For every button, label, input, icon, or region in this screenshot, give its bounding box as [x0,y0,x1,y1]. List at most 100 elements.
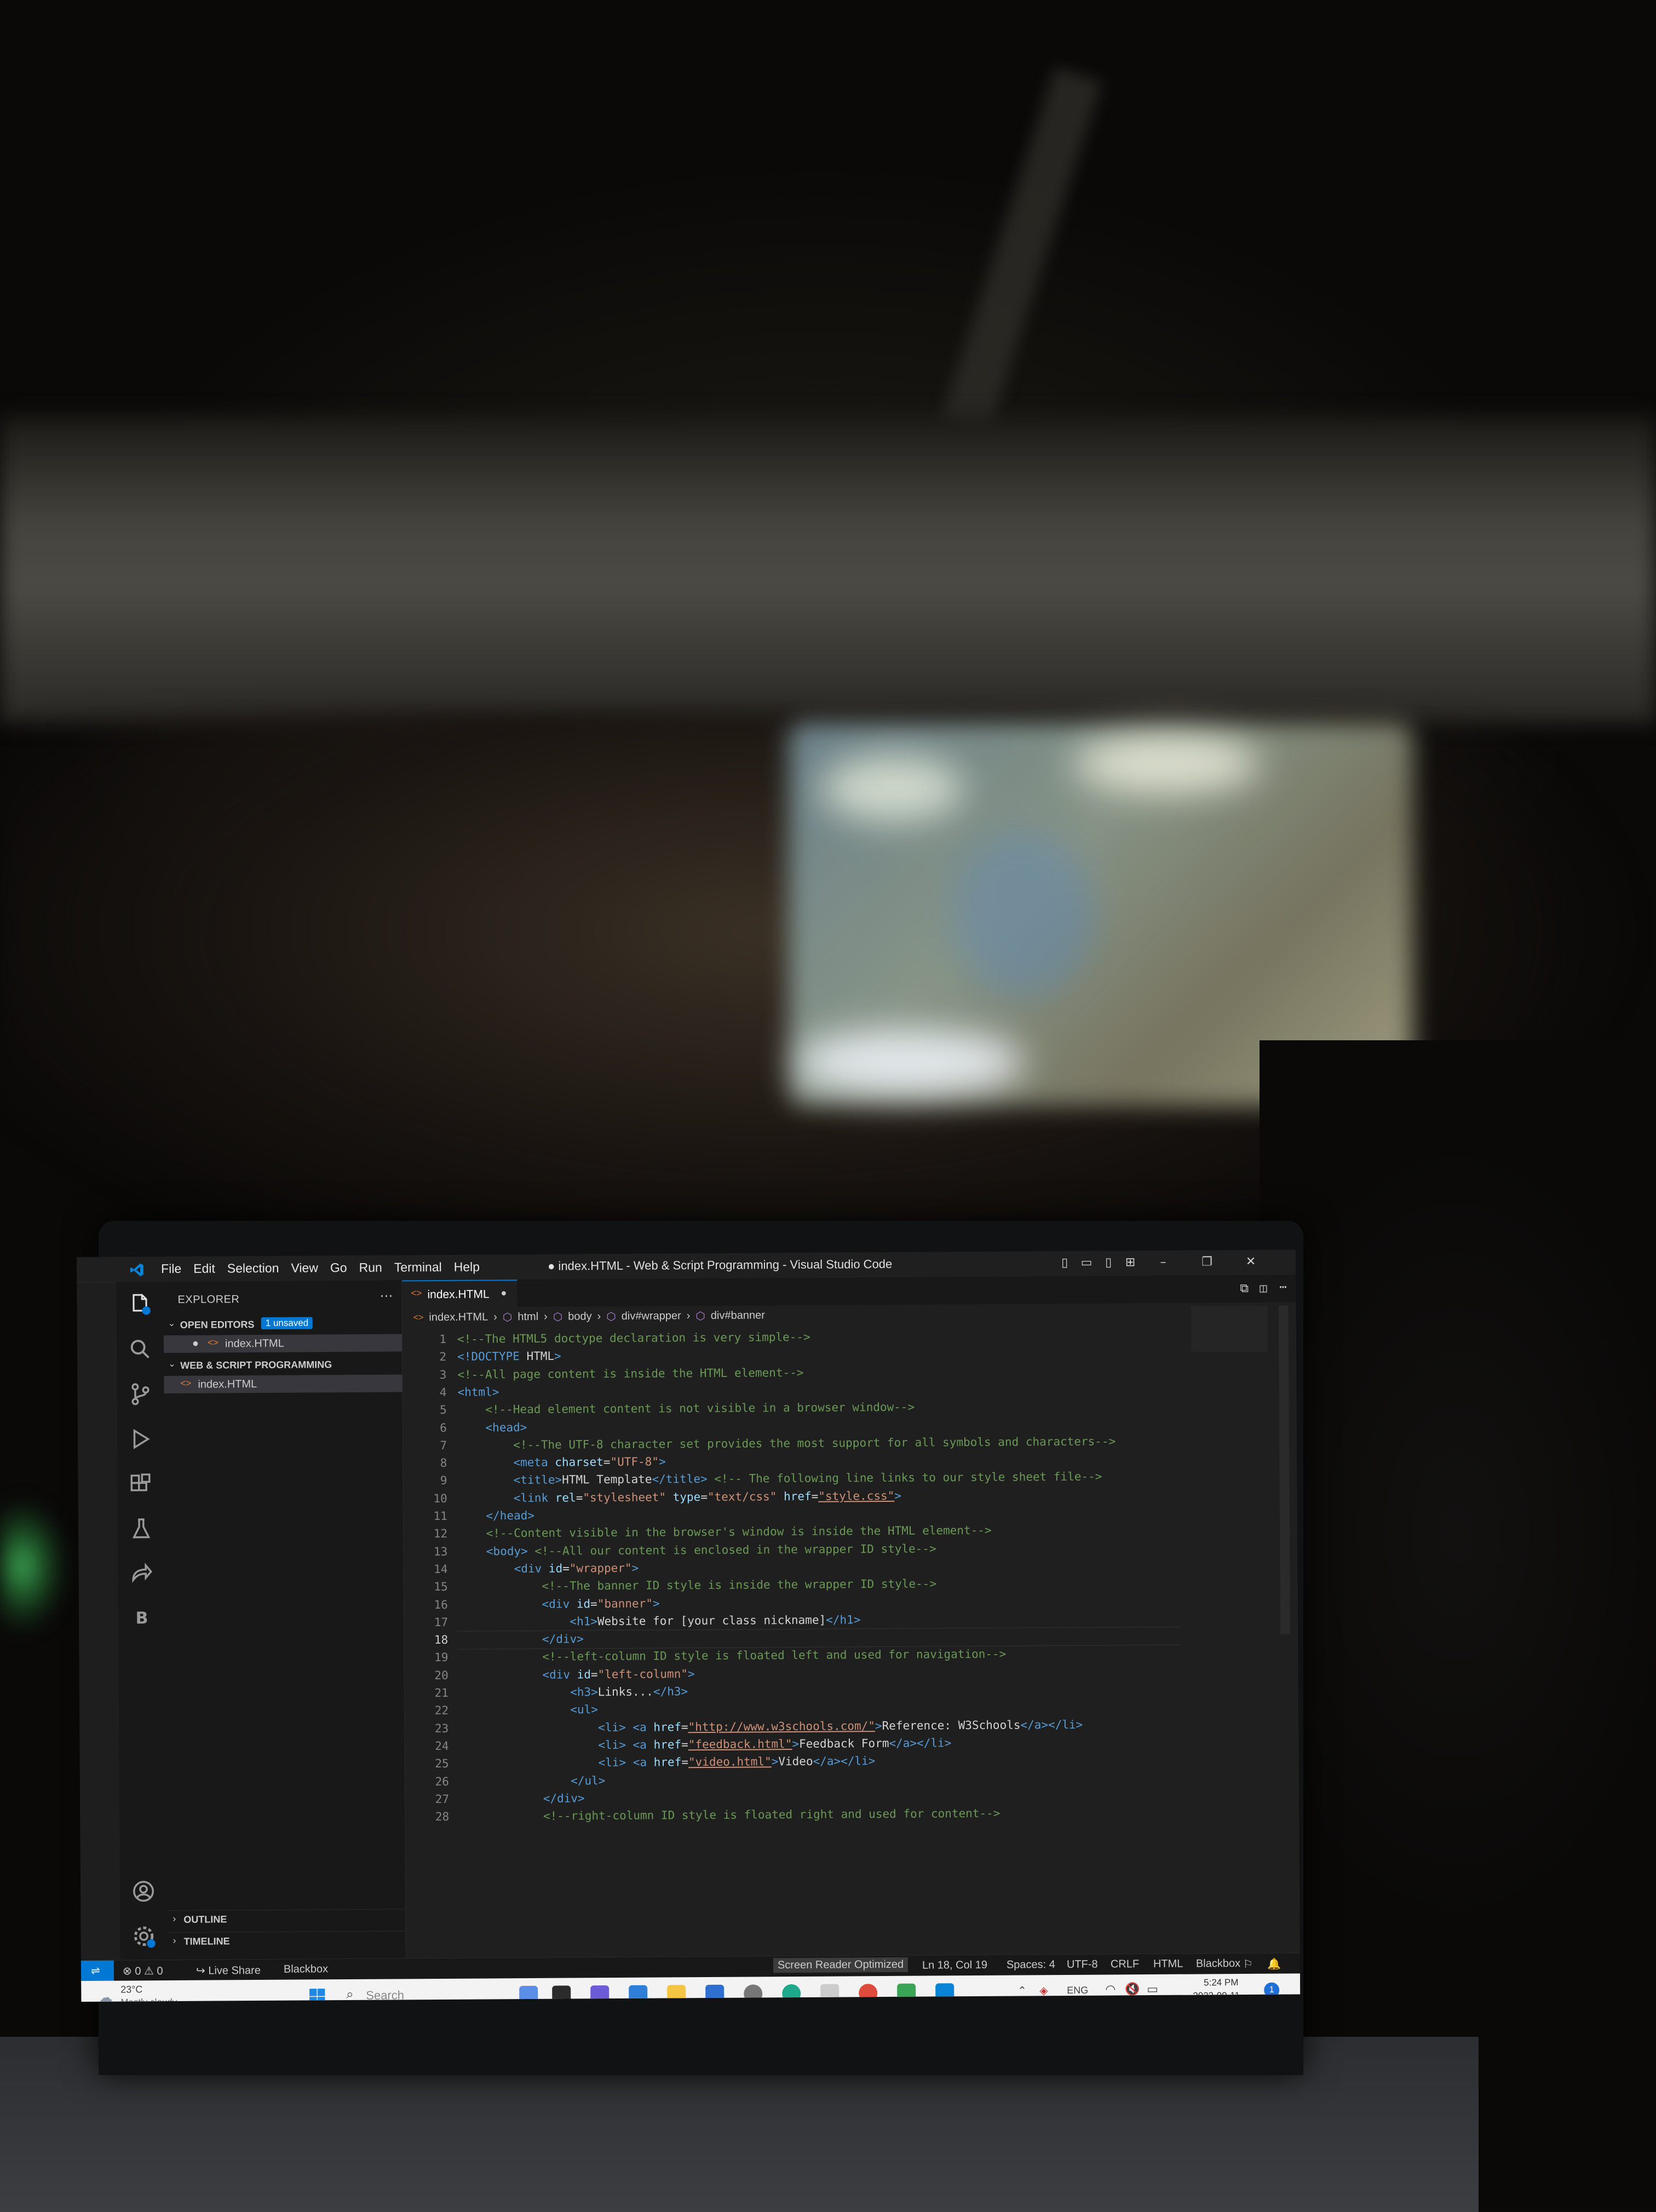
open-editor-item[interactable]: ● <> index.HTML [164,1334,402,1353]
live-share-status[interactable]: ↪ Live Share [196,1963,261,1978]
weather-temp[interactable]: 23°C [120,1984,142,1995]
code-text: <h3>Links...</h3> [459,1683,688,1702]
cube-icon: ⬡ [553,1310,563,1324]
toggle-panel-icon[interactable]: ▭ [1079,1255,1094,1271]
live-share-icon[interactable] [129,1561,154,1586]
unsaved-dot-icon[interactable]: ● [501,1287,507,1299]
menu-selection[interactable]: Selection [227,1261,279,1276]
warning-icon: ⚠ [144,1965,154,1977]
blackbox-icon[interactable]: B [129,1606,154,1631]
line-number: 7 [403,1437,447,1454]
clock-time[interactable]: 5:24 PM [1204,1977,1238,1988]
open-editors-section[interactable]: ⌄ OPEN EDITORS 1 unsaved [164,1315,402,1334]
chevron-right-icon: › [493,1311,497,1323]
problems-indicator[interactable]: ⊗ 0 ⚠ 0 [123,1964,163,1978]
split-editor-icon[interactable]: ◫ [1260,1282,1267,1295]
blackbox-status-left[interactable]: Blackbox [284,1963,328,1975]
bell-icon[interactable]: 🔔 [1267,1957,1281,1971]
antivirus-icon[interactable]: ◈ [1039,1984,1048,1997]
breadcrumb-item[interactable]: index.HTML [429,1311,488,1324]
file-item[interactable]: <> index.HTML [164,1374,402,1393]
code-text: <li> <a href="http://www.w3schools.com/"… [459,1715,1083,1737]
blackbox-status-right[interactable]: Blackbox [1196,1957,1240,1970]
cursor-position[interactable]: Ln 18, Col 19 [922,1959,987,1972]
line-ending[interactable]: CRLF [1111,1958,1139,1971]
screen-reader-status[interactable]: Screen Reader Optimized [773,1957,908,1973]
breadcrumb-item[interactable]: div#banner [711,1309,765,1322]
laptop-screen: File Edit Selection View Go Run Terminal… [77,1249,1300,2002]
code-text: <!--The banner ID style is inside the wr… [459,1575,937,1595]
menu-edit[interactable]: Edit [193,1261,215,1276]
more-actions-icon[interactable]: ⋯ [380,1288,393,1304]
account-icon[interactable] [131,1879,156,1904]
chevron-up-icon[interactable]: ⌃ [1017,1984,1027,1997]
outline-section[interactable]: › OUTLINE [167,1909,405,1928]
code-text: <div id="wrapper"> [458,1559,639,1578]
code-text: </ul> [460,1772,606,1790]
battery-icon[interactable]: ▭ [1147,1982,1158,1996]
menu-view[interactable]: View [291,1260,318,1275]
chevron-right-icon: › [687,1310,691,1322]
explorer-icon[interactable] [127,1292,152,1317]
line-number: 27 [405,1790,449,1808]
code-editor[interactable]: 1<!--The HTML5 doctype declaration is ve… [403,1326,1279,1331]
weather-desc[interactable]: Mostly cloudy [120,1997,177,2002]
restore-icon[interactable]: ❐ [1199,1254,1215,1270]
chevron-right-icon: › [173,1935,176,1946]
more-actions-icon[interactable]: ⋯ [1279,1281,1286,1294]
chevron-right-icon: › [597,1310,601,1323]
wifi-icon[interactable]: ◠ [1105,1982,1116,1996]
minimap[interactable] [1191,1306,1268,1352]
timeline-section[interactable]: › TIMELINE [168,1931,406,1950]
live-share-icon: ↪ [196,1965,205,1977]
html-file-icon: <> [208,1337,219,1348]
breadcrumb-item[interactable]: div#wrapper [622,1310,681,1323]
code-text: <li> <a href="video.html">Video</a></li> [460,1752,876,1772]
line-number: 10 [404,1490,447,1507]
cube-icon: ⬡ [606,1310,616,1323]
breadcrumb-item[interactable]: html [518,1311,538,1323]
windows-start-icon[interactable] [308,1987,326,2002]
error-count: 0 [135,1965,141,1977]
line-number: 17 [404,1614,448,1631]
close-icon[interactable]: ✕ [1243,1254,1258,1270]
code-text: <h1>Website for [your class nickname]</h… [459,1611,861,1631]
toggle-secondary-sidebar-icon[interactable]: ▯ [1101,1255,1116,1270]
open-changes-icon[interactable]: ⧉ [1240,1282,1249,1295]
line-number: 26 [405,1772,449,1790]
language-indicator[interactable]: ENG [1067,1985,1088,1996]
breadcrumb-item[interactable]: body [568,1310,592,1323]
line-number: 20 [405,1667,449,1684]
customize-layout-icon[interactable]: ⊞ [1123,1255,1138,1270]
encoding[interactable]: UTF-8 [1067,1958,1098,1971]
remote-indicator[interactable]: ⇌ [81,1961,114,1981]
volume-icon[interactable]: 🔇 [1125,1982,1140,1996]
code-text: <head> [458,1418,527,1436]
workspace-folder[interactable]: ⌄ WEB & SCRIPT PROGRAMMING [164,1356,402,1375]
source-control-icon[interactable] [128,1381,153,1407]
code-text: <!--left-column ID style is floated left… [459,1645,1006,1666]
minimize-icon[interactable]: – [1155,1255,1171,1270]
open-editors-label: OPEN EDITORS [180,1319,255,1331]
menu-run[interactable]: Run [359,1260,382,1275]
menu-terminal[interactable]: Terminal [394,1260,442,1275]
line-number: 25 [405,1755,449,1772]
unsaved-dot-icon[interactable]: ● [192,1338,199,1350]
feedback-icon[interactable]: ⚐ [1243,1957,1253,1971]
taskbar-search[interactable]: Search [366,1988,404,2002]
menu-go[interactable]: Go [330,1260,347,1275]
run-debug-icon[interactable] [128,1426,153,1451]
tab-index-html[interactable]: <> index.HTML ● [402,1280,517,1309]
extensions-icon[interactable] [128,1471,153,1496]
menu-help[interactable]: Help [454,1260,480,1275]
editor-scrollbar[interactable] [1279,1305,1291,1634]
indentation[interactable]: Spaces: 4 [1007,1958,1055,1972]
code-text: </div> [459,1630,584,1648]
gear-icon[interactable] [131,1923,156,1949]
menu-file[interactable]: File [161,1261,181,1276]
search-icon[interactable] [128,1337,153,1362]
testing-icon[interactable] [129,1516,154,1541]
language-mode[interactable]: HTML [1153,1958,1183,1971]
line-number: 14 [404,1560,447,1578]
toggle-sidebar-icon[interactable]: ▯ [1057,1255,1072,1271]
